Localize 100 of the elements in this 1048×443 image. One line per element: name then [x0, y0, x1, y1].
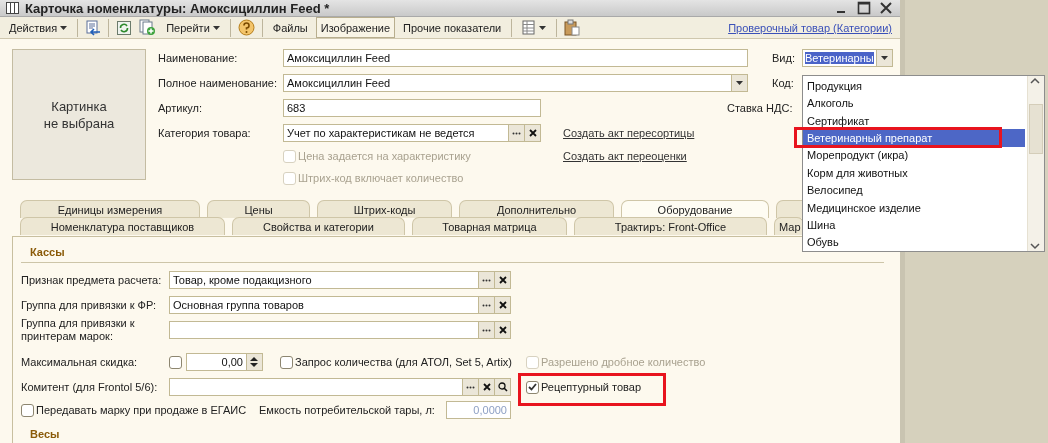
toolbar-button[interactable]: Прочие показатели: [398, 17, 507, 38]
scroll-down-icon[interactable]: [1028, 241, 1042, 251]
tab[interactable]: Единицы измерения: [20, 200, 200, 218]
consignor-field[interactable]: [169, 378, 463, 396]
caret-icon: [880, 56, 888, 60]
ellipsis-icon: [512, 131, 521, 135]
help-icon[interactable]: [237, 19, 255, 36]
tab[interactable]: Товарная матрица: [412, 217, 567, 235]
dropdown-button[interactable]: [732, 74, 748, 92]
list-arrow-icon[interactable]: [85, 19, 102, 36]
section-title: Кассы: [30, 246, 65, 258]
checkbox-label: Передавать марку при продаже в ЕГАИС: [36, 404, 247, 416]
tab[interactable]: Оборудование: [621, 200, 769, 218]
clipboard-icon[interactable]: [564, 19, 581, 36]
tab[interactable]: Цены: [207, 200, 310, 218]
document-plus-icon[interactable]: [139, 19, 157, 36]
checkbox-label: Рецептурный товар: [541, 381, 642, 393]
full-name-field[interactable]: Амоксициллин Feed: [283, 74, 732, 92]
ellipsis-icon: [482, 303, 491, 307]
field-label: Признак предмета расчета:: [21, 274, 163, 286]
create-link[interactable]: Создать акт переоценки: [563, 150, 687, 162]
field-label: Полное наименование:: [158, 77, 278, 89]
tab[interactable]: Свойства и категории: [232, 217, 405, 235]
clear-button[interactable]: [495, 296, 511, 314]
category-field[interactable]: Учет по характеристикам не ведется: [283, 124, 509, 142]
clear-button[interactable]: [525, 124, 541, 142]
caret-icon: [539, 25, 547, 30]
checkbox-label: Цена задается на характеристику: [298, 150, 471, 162]
clear-icon: [528, 129, 537, 137]
ellipsis-icon: [482, 328, 491, 332]
toolbar-button[interactable]: Изображение: [315, 17, 396, 38]
clear-icon: [498, 301, 507, 309]
dropdown-item[interactable]: Обувь: [803, 233, 1025, 252]
window-title: Карточка номенклатуры: Амоксициллин Feed *: [25, 0, 331, 16]
search-button[interactable]: [495, 378, 511, 396]
clear-icon: [498, 326, 507, 334]
close-button[interactable]: [878, 0, 894, 16]
dropdown-item[interactable]: Сертификат: [803, 111, 1025, 130]
checkbox[interactable]: [280, 355, 293, 369]
checkbox-label: Запрос количества (для АТОЛ, Set 5, Artix): [295, 356, 512, 368]
dropdown-item[interactable]: Алкоголь: [803, 94, 1025, 112]
dropdown-item[interactable]: Велосипед: [803, 181, 1025, 199]
checkbox[interactable]: [169, 355, 182, 369]
caret-icon: [60, 25, 68, 30]
field-label: Группа для привязки к принтерам марок:: [21, 317, 136, 343]
article-field[interactable]: 683: [283, 99, 541, 117]
tab[interactable]: Дополнительно: [459, 200, 614, 218]
fr-group-field[interactable]: Основная группа товаров: [169, 296, 479, 314]
field-label: Категория товара:: [158, 127, 252, 139]
tab[interactable]: Штрих-коды: [317, 200, 452, 218]
checkbox-label: Штрих-код включает количество: [298, 172, 464, 184]
clear-button[interactable]: [495, 321, 511, 339]
clear-button[interactable]: [495, 271, 511, 289]
table-icon: [522, 20, 537, 35]
caret-icon: [212, 25, 220, 30]
checkbox[interactable]: [526, 380, 539, 394]
tab[interactable]: Трактиръ: Front-Office: [574, 217, 767, 235]
field-label: Емкость потребительской тары, л:: [259, 404, 436, 416]
refresh-icon[interactable]: [116, 19, 133, 36]
tab[interactable]: Номенклатура поставщиков: [20, 217, 225, 235]
maximize-button[interactable]: [856, 0, 872, 16]
picture-placeholder[interactable]: Картинка не выбрана: [12, 49, 146, 180]
field-label: Комитент (для Frontol 5/6):: [21, 381, 159, 393]
field-label: Группа для привязки к ФР:: [21, 299, 158, 311]
create-link[interactable]: Создать акт пересортицы: [563, 127, 695, 139]
field-label: Наименование:: [158, 52, 239, 64]
printer-group-field[interactable]: [169, 321, 479, 339]
placeholder-text: Картинка не выбрана: [43, 97, 115, 132]
menu-button[interactable]: Перейти: [161, 17, 225, 38]
field-label: Максимальная скидка:: [21, 356, 139, 368]
dropdown-item[interactable]: Шина: [803, 216, 1025, 234]
dropdown-item[interactable]: Корм для животных: [803, 164, 1025, 182]
clear-icon: [498, 276, 507, 284]
dropdown-item[interactable]: Продукция: [803, 77, 1025, 95]
clear-icon: [482, 383, 491, 391]
scrollbar[interactable]: [1027, 76, 1044, 251]
item-link[interactable]: Проверочный товар (Категории): [728, 21, 896, 34]
spin-button[interactable]: [247, 353, 263, 371]
field-label: Ставка НДС:: [727, 102, 793, 114]
checkbox[interactable]: [21, 403, 34, 417]
tab[interactable]: Мар: [774, 217, 804, 235]
field-label: Код:: [772, 77, 794, 89]
caret-icon: [736, 81, 743, 85]
field-label: Артикул:: [158, 102, 204, 114]
dropdown-item[interactable]: Медицинское изделие: [803, 198, 1025, 217]
ellipsis-icon: [466, 385, 475, 389]
section-title: Весы: [30, 428, 60, 440]
field-label: Вид:: [772, 52, 796, 64]
clear-button[interactable]: [479, 378, 495, 396]
search-icon: [497, 382, 508, 392]
checkbox-label: Разрешено дробное количество: [541, 356, 706, 368]
dropdown-item[interactable]: Морепродукт (икра): [803, 146, 1025, 165]
menu-button[interactable]: Действия: [4, 17, 73, 38]
discount-field[interactable]: 0,00: [186, 353, 247, 371]
form-icon: [6, 2, 19, 14]
name-field[interactable]: Амоксициллин Feed: [283, 49, 748, 67]
toolbar-button[interactable]: Файлы: [267, 17, 313, 38]
scroll-thumb[interactable]: [1029, 104, 1043, 154]
payment-subject-field[interactable]: Товар, кроме подакцизного: [169, 271, 479, 289]
scroll-up-icon[interactable]: [1028, 76, 1042, 86]
